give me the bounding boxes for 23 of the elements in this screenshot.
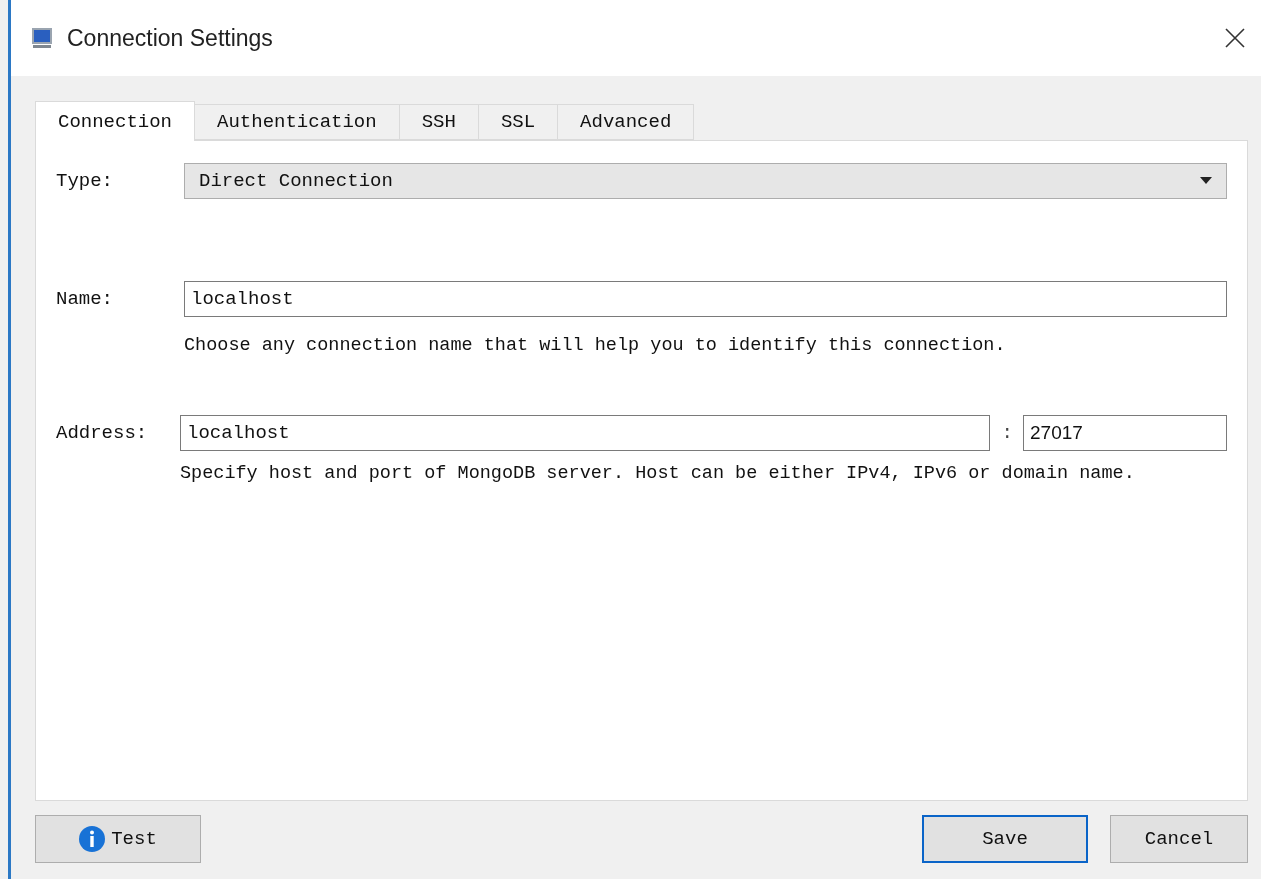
tab[interactable]: SSL [477,104,559,140]
tab[interactable]: Advanced [557,104,695,140]
input-field[interactable]: localhost [184,281,1227,317]
info-icon [79,826,106,852]
input-field[interactable]: 27017 [1023,415,1227,451]
dialog-button[interactable]: Cancel [1110,815,1248,863]
field-label: Type: [56,170,114,192]
tab[interactable]: Connection [35,101,196,141]
window-title: Connection Settings [67,24,274,52]
dialog-button[interactable]: Save [922,815,1088,863]
field-label: Address: [56,422,149,444]
separator-text: : [1001,422,1013,444]
dialog-button[interactable]: Test [35,815,201,863]
field-label: Name: [56,288,114,310]
type-dropdown[interactable]: Direct Connection [184,163,1227,199]
close-icon [1225,28,1245,48]
hint-text: Specify host and port of MongoDB server. Host can be either IPv4, IPv6 or domain name. [180,462,1136,486]
hint-text: Choose any connection name that will help you to identify this connection. [184,334,1007,358]
input-field[interactable]: localhost [180,415,990,451]
tab[interactable]: Authentication [194,104,400,140]
caret-icon [1200,177,1212,185]
tab[interactable]: SSH [398,104,479,140]
monitor-icon [31,27,53,49]
